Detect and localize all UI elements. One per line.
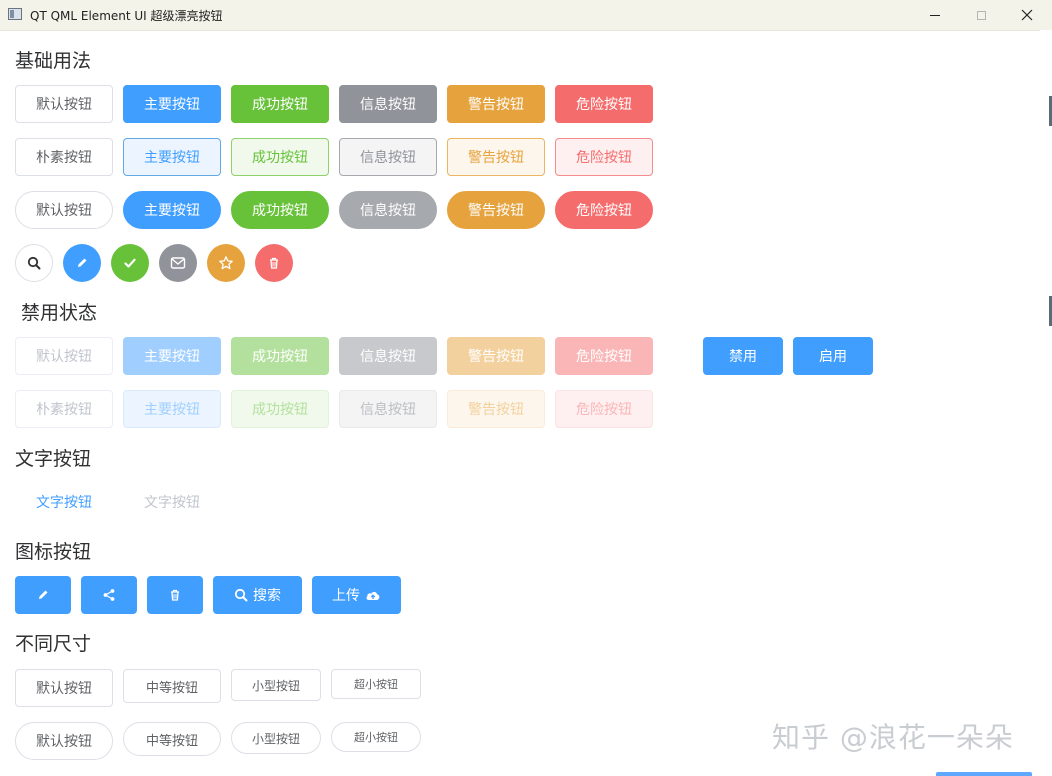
text-button[interactable]: 文字按钮 (15, 483, 113, 521)
close-button[interactable] (1004, 0, 1050, 30)
round-primary-button[interactable]: 主要按钮 (123, 191, 221, 229)
plain-default-button[interactable]: 朴素按钮 (15, 138, 113, 176)
edit-icon (39, 590, 48, 599)
disabled-warning-button: 警告按钮 (447, 337, 545, 375)
size-medium-button[interactable]: 中等按钮 (123, 669, 221, 703)
edit-icon (78, 258, 87, 267)
circle-check-button[interactable] (111, 244, 149, 282)
danger-button[interactable]: 危险按钮 (555, 85, 653, 123)
round-danger-button[interactable]: 危险按钮 (555, 191, 653, 229)
primary-button[interactable]: 主要按钮 (123, 85, 221, 123)
round-size-small-button[interactable]: 小型按钮 (231, 722, 321, 754)
check-icon (124, 258, 136, 268)
disable-toggle-button[interactable]: 禁用 (703, 337, 783, 375)
circle-star-button[interactable] (207, 244, 245, 282)
share-button[interactable] (81, 576, 137, 614)
disabled-plain-danger-button: 危险按钮 (555, 390, 653, 428)
success-button[interactable]: 成功按钮 (231, 85, 329, 123)
plain-warning-button[interactable]: 警告按钮 (447, 138, 545, 176)
round-success-button[interactable]: 成功按钮 (231, 191, 329, 229)
maximize-icon (976, 10, 986, 20)
close-icon (1021, 9, 1033, 21)
circle-message-button[interactable] (159, 244, 197, 282)
scrollbar-track[interactable] (1040, 30, 1052, 776)
disabled-plain-primary-button: 主要按钮 (123, 390, 221, 428)
delete-icon (270, 257, 278, 269)
disabled-plain-success-button: 成功按钮 (231, 390, 329, 428)
upload-button-label: 上传 (332, 588, 360, 604)
disabled-default-button: 默认按钮 (15, 337, 113, 375)
disabled-text-button: 文字按钮 (144, 495, 200, 511)
edit-button[interactable] (15, 576, 71, 614)
disabled-success-button: 成功按钮 (231, 337, 329, 375)
size-mini-button[interactable]: 超小按钮 (331, 669, 421, 699)
plain-primary-button[interactable]: 主要按钮 (123, 138, 221, 176)
default-button[interactable]: 默认按钮 (15, 85, 113, 123)
info-button[interactable]: 信息按钮 (339, 85, 437, 123)
section-title-size: 不同尺寸 (15, 633, 92, 655)
search-icon (27, 256, 41, 270)
maximize-button[interactable] (958, 0, 1004, 30)
delete-icon (171, 589, 179, 601)
circle-edit-button[interactable] (63, 244, 101, 282)
disabled-plain-default-button: 朴素按钮 (15, 390, 113, 428)
circle-delete-button[interactable] (255, 244, 293, 282)
share-icon (103, 589, 115, 601)
watermark: 知乎 @浪花一朵朵 (772, 721, 1014, 754)
delete-button[interactable] (147, 576, 203, 614)
warning-button[interactable]: 警告按钮 (447, 85, 545, 123)
plain-info-button[interactable]: 信息按钮 (339, 138, 437, 176)
round-size-mini-button[interactable]: 超小按钮 (331, 722, 421, 752)
search-button-label: 搜索 (253, 588, 281, 604)
plain-success-button[interactable]: 成功按钮 (231, 138, 329, 176)
disabled-danger-button: 危险按钮 (555, 337, 653, 375)
app-icon (8, 8, 22, 20)
disabled-plain-info-button: 信息按钮 (339, 390, 437, 428)
round-default-button[interactable]: 默认按钮 (15, 191, 113, 229)
window-title: QT QML Element UI 超级漂亮按钮 (30, 9, 223, 23)
round-size-default-button[interactable]: 默认按钮 (15, 722, 113, 760)
search-icon (234, 588, 248, 602)
star-icon (219, 256, 233, 270)
disabled-primary-button: 主要按钮 (123, 337, 221, 375)
size-default-button[interactable]: 默认按钮 (15, 669, 113, 707)
section-title-disabled: 禁用状态 (21, 302, 98, 324)
round-size-medium-button[interactable]: 中等按钮 (123, 722, 221, 756)
minimize-button[interactable] (912, 0, 958, 30)
disabled-plain-warning-button: 警告按钮 (447, 390, 545, 428)
size-small-button[interactable]: 小型按钮 (231, 669, 321, 701)
upload-button[interactable]: 上传 (312, 576, 401, 614)
partial-button-edge (936, 772, 1032, 776)
title-bar: QT QML Element UI 超级漂亮按钮 (0, 0, 1052, 31)
section-title-basic: 基础用法 (15, 50, 92, 72)
round-warning-button[interactable]: 警告按钮 (447, 191, 545, 229)
minimize-icon (930, 14, 940, 16)
cloud-upload-icon (366, 591, 380, 600)
disabled-info-button: 信息按钮 (339, 337, 437, 375)
round-info-button[interactable]: 信息按钮 (339, 191, 437, 229)
enable-toggle-button[interactable]: 启用 (793, 337, 873, 375)
section-title-text: 文字按钮 (15, 448, 92, 470)
plain-danger-button[interactable]: 危险按钮 (555, 138, 653, 176)
section-title-icon: 图标按钮 (15, 541, 92, 563)
search-button[interactable]: 搜索 (213, 576, 302, 614)
message-icon (170, 257, 186, 269)
circle-search-button[interactable] (15, 244, 53, 282)
